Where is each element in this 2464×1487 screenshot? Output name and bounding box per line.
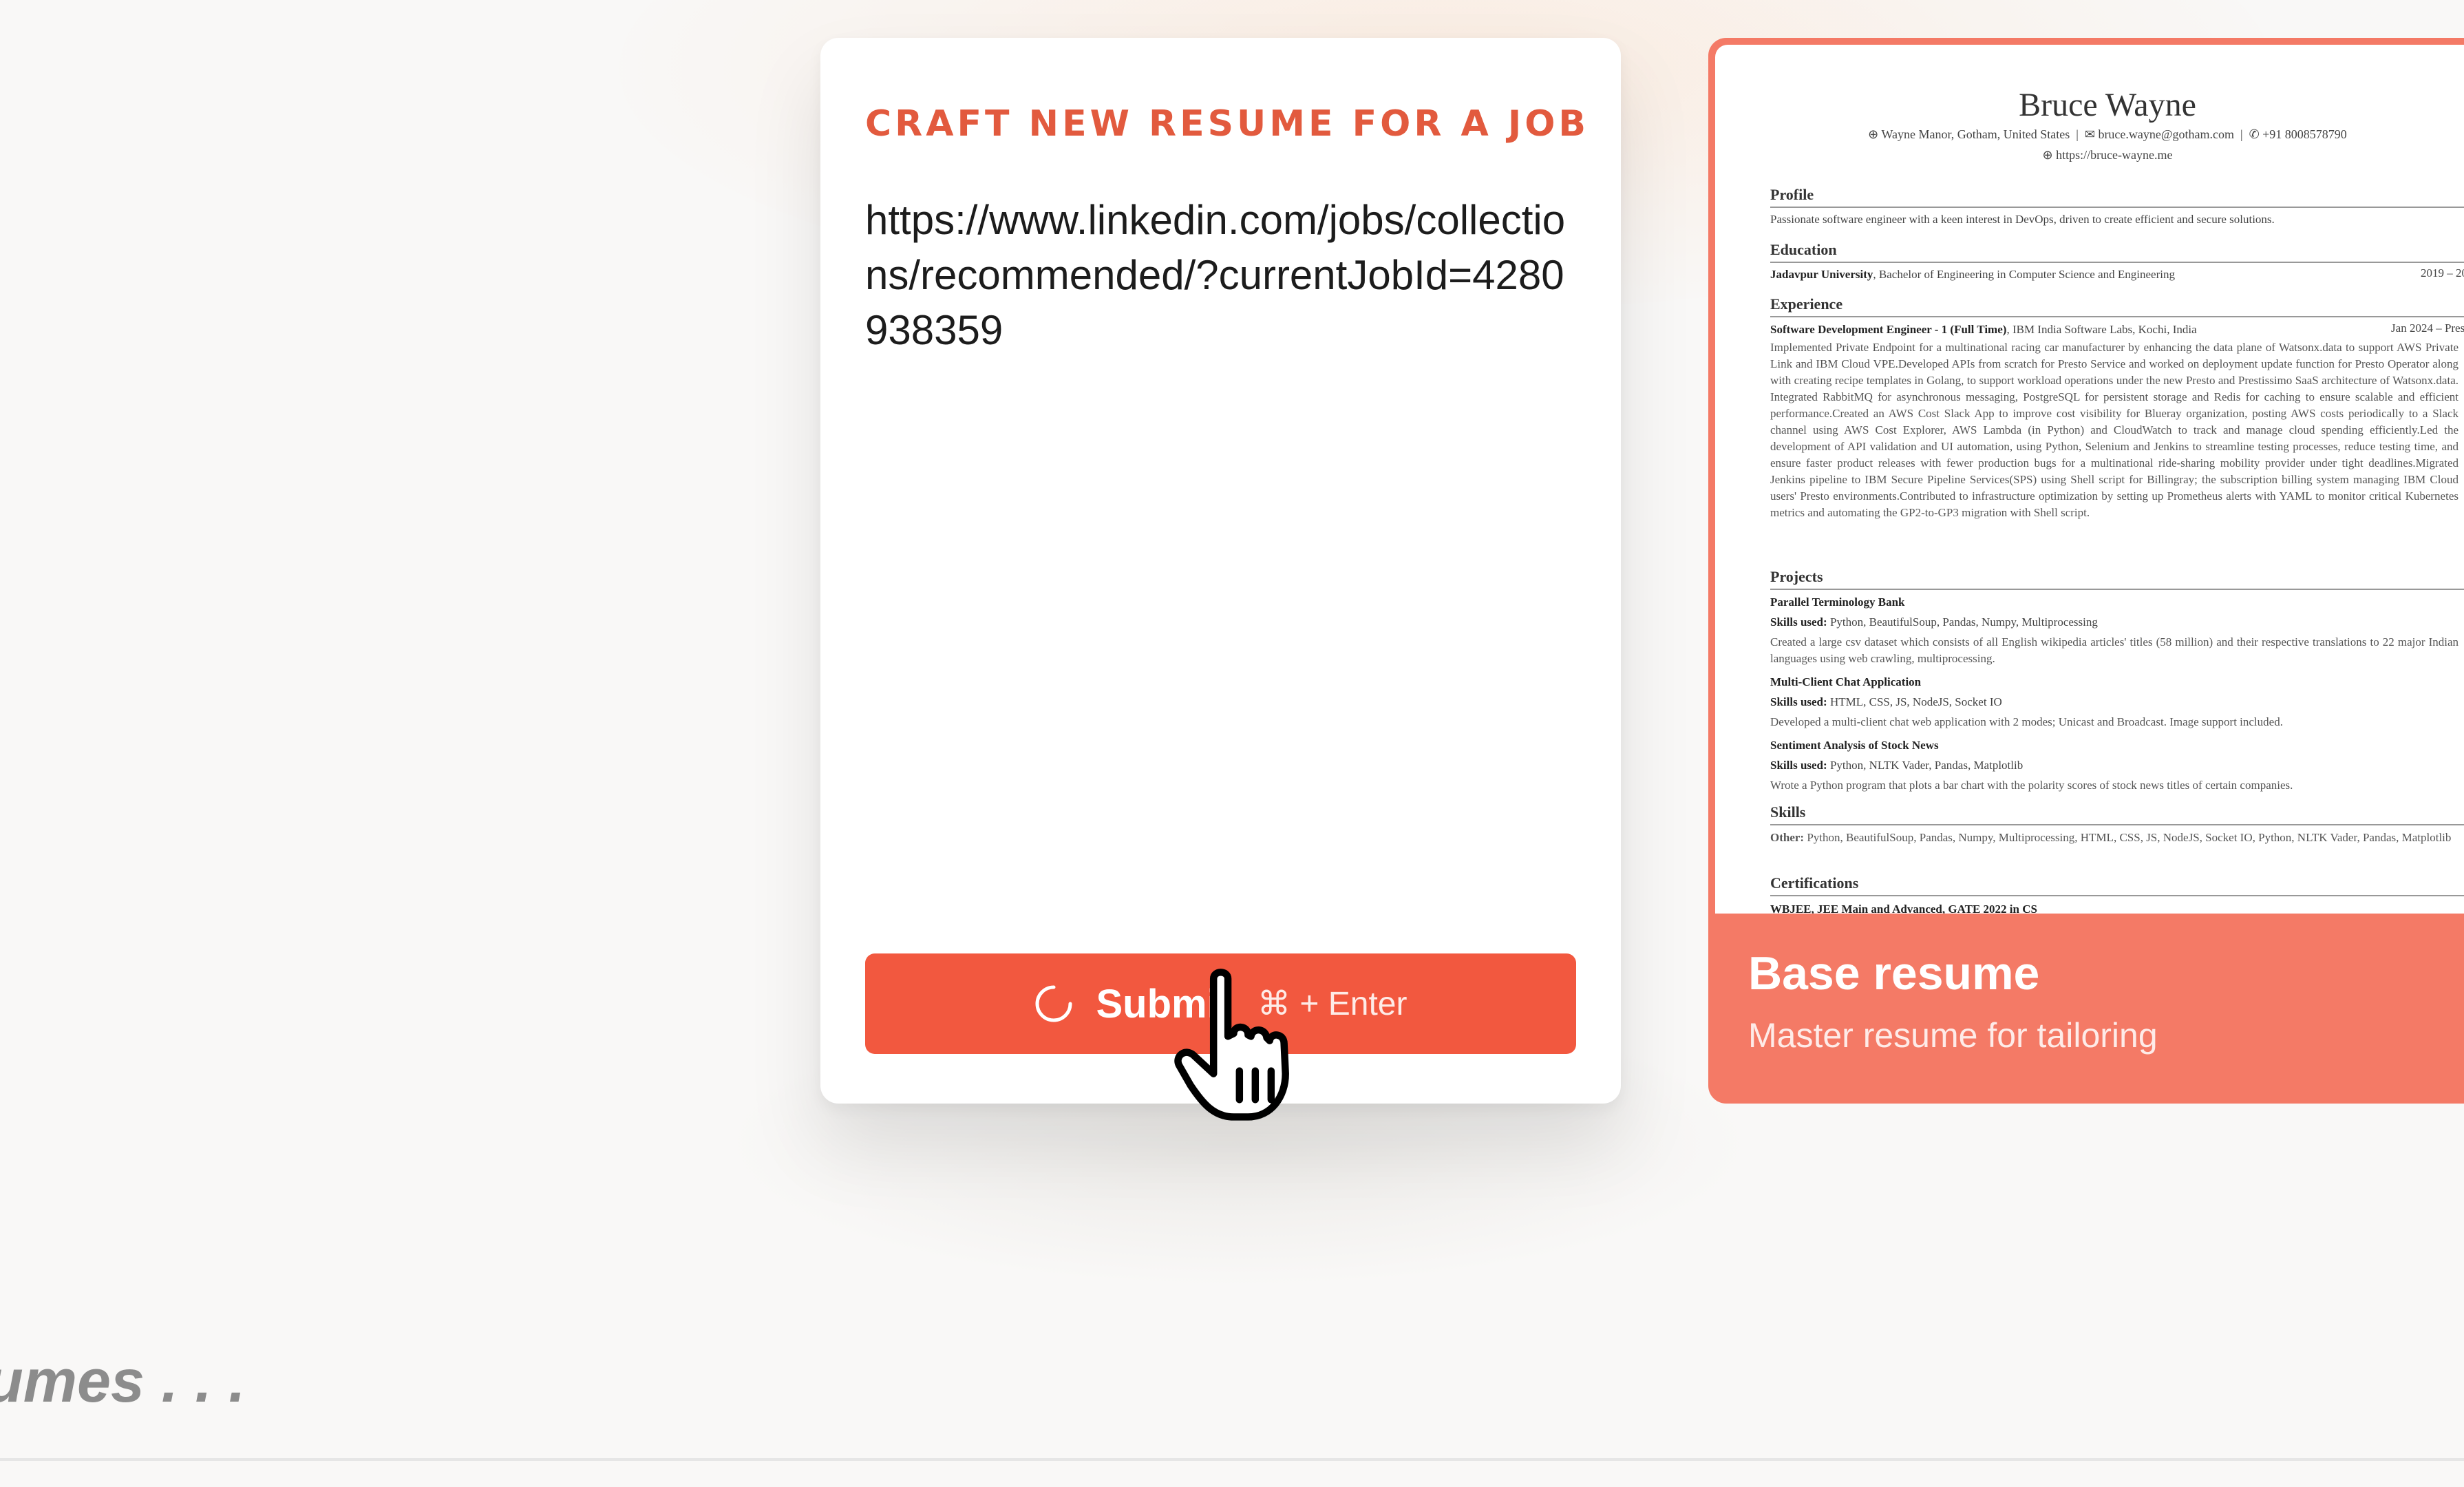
project-name: Sentiment Analysis of Stock News — [1770, 739, 1939, 752]
experience-role-line: Software Development Engineer - 1 (Full … — [1770, 321, 2464, 338]
skills-text: Other: Python, BeautifulSoup, Pandas, Nu… — [1770, 831, 2452, 844]
education-school: Jadavpur University — [1770, 268, 1873, 281]
craft-card-title: CRAFT NEW RESUME FOR A JOB — [865, 103, 1590, 145]
resume-preview: Bruce Wayne ⊕ Wayne Manor, Gotham, Unite… — [1715, 45, 2464, 914]
resume-website: https://bruce-wayne.me — [2056, 148, 2173, 162]
project-name: Parallel Terminology Bank — [1770, 595, 1905, 609]
education-dates: 2019 – 2023 — [2421, 266, 2464, 280]
project-skills: Skills used: Python, NLTK Vader, Pandas,… — [1770, 759, 2024, 772]
resume-location: Wayne Manor, Gotham, United States — [1881, 127, 2070, 141]
base-resume-card[interactable]: Bruce Wayne ⊕ Wayne Manor, Gotham, Unite… — [1708, 38, 2464, 1104]
resume-website-line: ⊕ https://bruce-wayne.me — [1715, 148, 2464, 162]
project-skills: Skills used: HTML, CSS, JS, NodeJS, Sock… — [1770, 695, 2002, 708]
project-description: Wrote a Python program that plots a bar … — [1770, 779, 2293, 792]
loading-spinner-icon — [1035, 985, 1072, 1022]
hand-pointer-cursor-icon — [1174, 969, 1289, 1121]
resumes-loading-text: umes . . . — [0, 1347, 246, 1415]
project-name: Multi-Client Chat Application — [1770, 675, 1922, 688]
profile-text: Passionate software engineer with a keen… — [1770, 213, 2275, 226]
divider — [0, 1458, 2464, 1461]
globe-icon: ⊕ — [2042, 148, 2053, 162]
separator: | — [2237, 127, 2249, 141]
experience-role: Software Development Engineer - 1 (Full … — [1770, 323, 2007, 336]
base-resume-title: Base resume — [1748, 947, 2040, 1000]
section-experience: Experience — [1770, 295, 2464, 317]
education-degree: , Bachelor of Engineering in Computer Sc… — [1873, 268, 2175, 281]
craft-resume-card: CRAFT NEW RESUME FOR A JOB https://www.l… — [820, 38, 1621, 1104]
project-description: Created a large csv dataset which consis… — [1770, 635, 2458, 665]
phone-icon: ✆ — [2249, 127, 2260, 141]
resume-contact-line: ⊕ Wayne Manor, Gotham, United States | ✉… — [1715, 127, 2464, 142]
globe-icon: ⊕ — [1868, 127, 1879, 141]
certifications-text: WBJEE, JEE Main and Advanced, GATE 2022 … — [1770, 903, 2037, 914]
resume-phone: +91 8008578790 — [2262, 127, 2347, 141]
base-resume-subtitle: Master resume for tailoring — [1748, 1016, 2158, 1055]
section-projects: Projects — [1770, 568, 2464, 590]
section-certifications: Certifications — [1770, 874, 2464, 896]
experience-description: Implemented Private Endpoint for a multi… — [1770, 341, 2458, 519]
mail-icon: ✉ — [2084, 127, 2095, 141]
project-skills: Skills used: Python, BeautifulSoup, Pand… — [1770, 615, 2098, 629]
resume-email: bruce.wayne@gotham.com — [2098, 127, 2234, 141]
separator: | — [2072, 127, 2085, 141]
section-skills: Skills — [1770, 803, 2464, 825]
experience-dates: Jan 2024 – Present — [2391, 321, 2464, 335]
experience-company: , IBM India Software Labs, Kochi, India — [2006, 323, 2197, 336]
education-line: Jadavpur University, Bachelor of Enginee… — [1770, 266, 2464, 283]
section-profile: Profile — [1770, 186, 2464, 208]
section-education: Education — [1770, 241, 2464, 263]
project-description: Developed a multi-client chat web applic… — [1770, 715, 2283, 728]
resume-name: Bruce Wayne — [2019, 87, 2196, 123]
job-url-input[interactable]: https://www.linkedin.com/jobs/collection… — [865, 193, 1581, 358]
